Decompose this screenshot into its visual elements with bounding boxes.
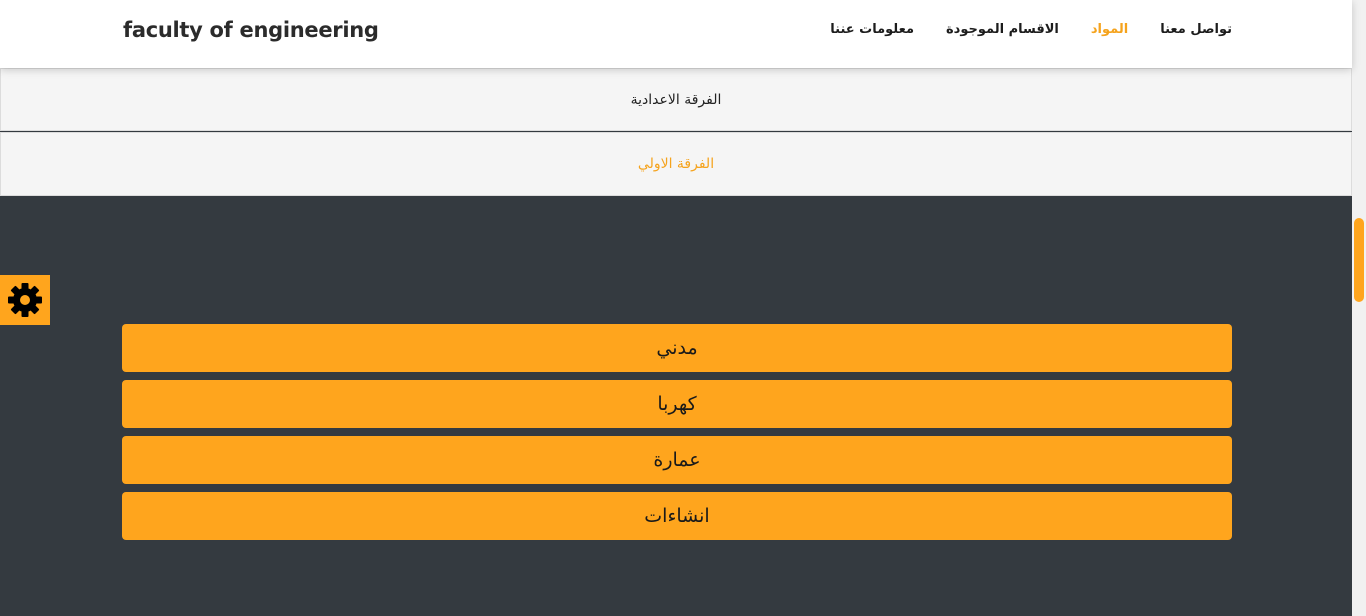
page: faculty of engineering تواصل معنا المواد… [0, 0, 1352, 616]
brand-logo[interactable]: faculty of engineering [123, 18, 379, 42]
dept-architecture-button[interactable]: عمارة [122, 436, 1232, 484]
dept-civil-button[interactable]: مدني [122, 324, 1232, 372]
main-nav: تواصل معنا المواد الاقسام الموجودة معلوم… [830, 22, 1232, 37]
dept-construction-button[interactable]: انشاءات [122, 492, 1232, 540]
nav-departments[interactable]: الاقسام الموجودة [946, 22, 1059, 37]
nav-about[interactable]: معلومات عننا [830, 22, 914, 37]
accordion-first-year[interactable]: الفرقة الاولي [0, 132, 1352, 196]
page-scrollbar[interactable] [1352, 0, 1366, 616]
nav-contact[interactable]: تواصل معنا [1160, 22, 1232, 37]
navbar: faculty of engineering تواصل معنا المواد… [0, 0, 1352, 68]
department-list: مدني كهربا عمارة انشاءات [122, 324, 1232, 548]
accordion-prep-year[interactable]: الفرقة الاعدادية [0, 68, 1352, 131]
gear-icon [8, 283, 42, 317]
settings-button[interactable] [0, 275, 50, 325]
nav-subjects[interactable]: المواد [1091, 22, 1128, 37]
scrollbar-thumb[interactable] [1354, 218, 1364, 302]
dept-electrical-button[interactable]: كهربا [122, 380, 1232, 428]
